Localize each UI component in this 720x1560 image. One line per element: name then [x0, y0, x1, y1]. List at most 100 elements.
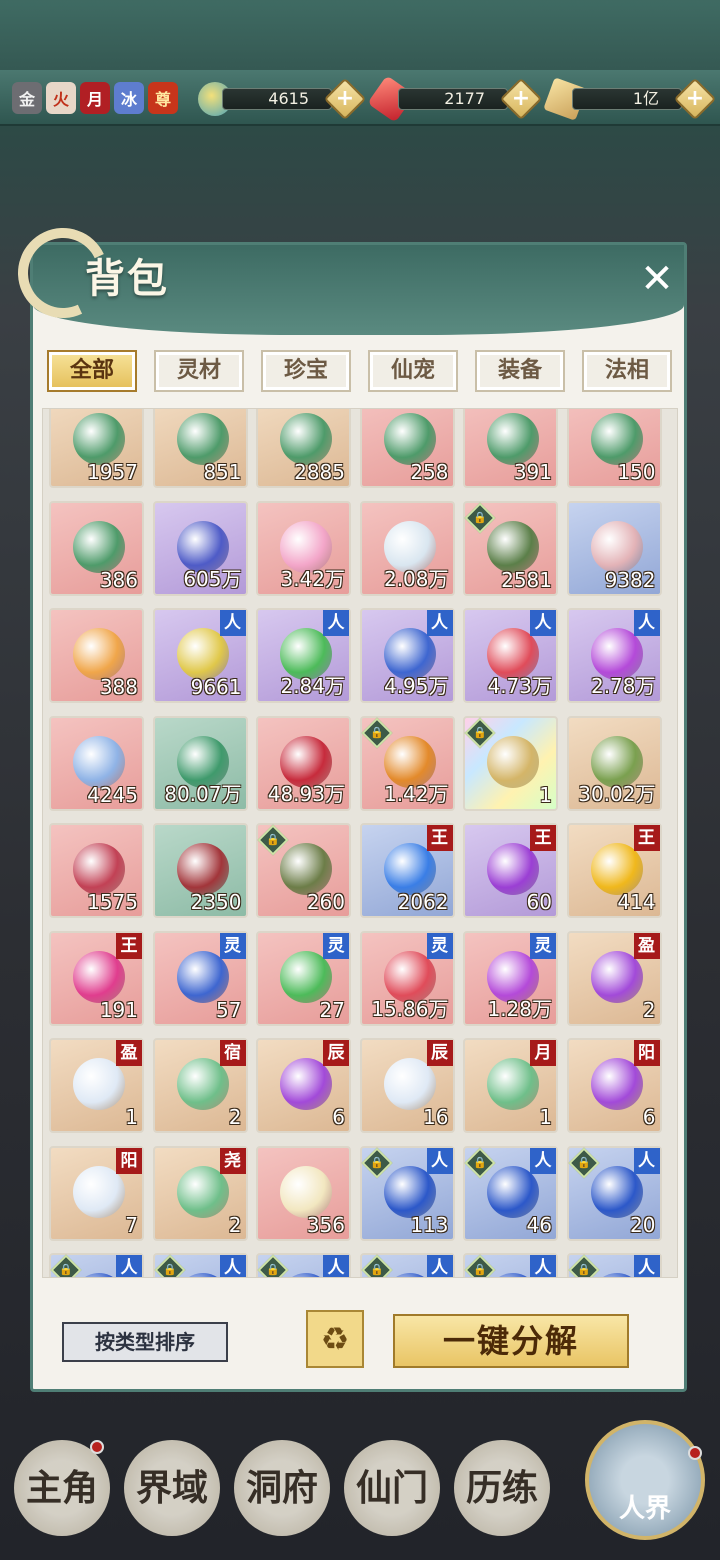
item-grade-tag: 人 — [633, 610, 660, 636]
item-quantity: 2 — [642, 997, 656, 1022]
item-slot[interactable]: 80.07万 — [152, 715, 248, 811]
item-slot[interactable]: 人 4.73万 — [463, 608, 558, 703]
badge-ice[interactable]: 冰 — [114, 82, 144, 114]
item-quantity: 1.28万 — [487, 996, 552, 1021]
badge-fire[interactable]: 火 — [46, 82, 76, 114]
item-slot[interactable]: 2350 — [152, 823, 248, 918]
item-grade-tag: 尧 — [219, 1147, 246, 1174]
item-slot[interactable]: 灵 1.28万 — [463, 930, 558, 1026]
item-grade-tag: 盈 — [633, 932, 660, 959]
item-slot[interactable]: 王 2062 — [359, 823, 455, 918]
item-slot[interactable]: 🔒 1 — [463, 715, 558, 811]
item-slot[interactable]: 3.42万 — [256, 500, 351, 596]
item-slot[interactable]: 🔒 人 — [49, 1253, 144, 1277]
item-slot[interactable]: 388 — [49, 608, 144, 703]
item-icon — [176, 413, 229, 465]
item-slot[interactable]: 尧2 — [152, 1145, 248, 1241]
lock-glyph: 🔒 — [266, 833, 280, 846]
close-button[interactable]: ✕ — [636, 258, 678, 300]
item-slot[interactable]: 宿2 — [152, 1038, 248, 1133]
item-slot[interactable]: 人 4.95万 — [359, 608, 455, 703]
item-slot[interactable]: 🔒 2581 — [463, 500, 558, 596]
item-slot[interactable]: 391 — [463, 409, 558, 488]
item-slot[interactable]: 605万 — [152, 500, 248, 596]
item-slot[interactable]: 灵 57 — [152, 930, 248, 1026]
tab-spirit-materials[interactable]: 灵材 — [154, 350, 244, 392]
item-slot[interactable]: 阳7 — [49, 1145, 144, 1241]
item-slot[interactable]: 30.02万 — [566, 715, 662, 811]
item-slot[interactable]: 王 191 — [49, 930, 144, 1026]
nav-protagonist[interactable]: 主角 — [14, 1440, 110, 1536]
item-slot[interactable]: 🔒 人 — [152, 1253, 248, 1277]
scroll-add-button[interactable]: + — [673, 77, 717, 121]
item-slot[interactable]: 人 2.78万 — [566, 608, 662, 703]
item-slot[interactable]: 386 — [49, 500, 144, 596]
tab-treasures[interactable]: 珍宝 — [261, 350, 351, 392]
nav-trials[interactable]: 历练 — [454, 1440, 550, 1536]
item-slot[interactable]: 4245 — [49, 715, 144, 811]
lock-glyph: 🔒 — [576, 1263, 591, 1276]
item-slot[interactable]: 🔒 人 — [256, 1253, 351, 1277]
item-slot[interactable]: 盈2 — [566, 930, 662, 1026]
badge-moon[interactable]: 月 — [80, 82, 110, 114]
nav-realm-domain[interactable]: 界域 — [124, 1440, 220, 1536]
item-slot[interactable]: 🔒 人 — [359, 1253, 455, 1277]
item-slot[interactable]: 人 9661 — [152, 608, 248, 703]
item-slot[interactable]: 王 60 — [463, 823, 558, 918]
item-slot[interactable]: 月1 — [463, 1038, 558, 1133]
item-slot[interactable]: 48.93万 — [256, 715, 351, 811]
item-grade-tag: 人 — [116, 1255, 142, 1277]
item-slot[interactable]: 1957 — [49, 409, 144, 488]
item-slot[interactable]: 辰6 — [256, 1038, 351, 1133]
item-slot[interactable]: 🔒 人 20 — [566, 1145, 662, 1241]
item-slot[interactable]: 🔒 260 — [256, 823, 351, 918]
lock-glyph: 🔒 — [162, 1263, 177, 1276]
item-slot[interactable]: 9382 — [566, 500, 662, 596]
one-click-decompose-button[interactable]: 一键分解 — [393, 1314, 629, 1368]
item-slot[interactable]: 🔒 1.42万 — [359, 715, 455, 811]
item-slot[interactable]: 王 414 — [566, 823, 662, 918]
item-quantity: 2.08万 — [383, 566, 449, 591]
tab-all[interactable]: 全部 — [47, 350, 137, 392]
item-slot[interactable]: 盈1 — [49, 1038, 144, 1133]
tab-pets[interactable]: 仙宠 — [368, 350, 458, 392]
item-slot[interactable]: 阳6 — [566, 1038, 662, 1133]
sort-by-type-button[interactable]: 按类型排序 — [62, 1322, 228, 1362]
item-slot[interactable]: 2.08万 — [359, 500, 455, 596]
item-slot[interactable]: 灵 15.86万 — [359, 930, 455, 1026]
badge-gold[interactable]: 金 — [12, 82, 42, 114]
item-slot[interactable]: 人 2.84万 — [256, 608, 351, 703]
lock-icon: 🔒 — [153, 1254, 186, 1277]
item-slot[interactable]: 851 — [152, 409, 248, 488]
badge-honor[interactable]: 尊 — [148, 82, 178, 114]
item-grid[interactable]: 1957 851 2885 258 391 150 386 605万 3.42万 2.08万 🔒 25… — [42, 408, 678, 1278]
item-quantity: 46 — [526, 1212, 552, 1237]
tab-equipment[interactable]: 装备 — [475, 350, 565, 392]
item-slot[interactable]: 🔒 人 113 — [359, 1145, 455, 1241]
item-quantity: 15.86万 — [371, 996, 449, 1021]
item-slot[interactable]: 辰 16 — [359, 1038, 455, 1133]
panel-title: 背包 — [85, 255, 169, 302]
realm-map-button[interactable]: 人界 — [585, 1420, 705, 1540]
item-slot[interactable]: 🔒 人 46 — [463, 1145, 558, 1241]
item-grade-tag: 阳 — [633, 1040, 660, 1066]
item-quantity: 191 — [99, 997, 138, 1022]
lock-glyph: 🔒 — [473, 1263, 487, 1276]
nav-cave-dwelling[interactable]: 洞府 — [234, 1440, 330, 1536]
item-slot[interactable]: 灵 27 — [256, 930, 351, 1026]
item-icon — [73, 628, 125, 680]
item-slot[interactable]: 2885 — [256, 409, 351, 488]
nav-sect[interactable]: 仙门 — [344, 1440, 440, 1536]
item-slot[interactable]: 1575 — [49, 823, 144, 918]
item-slot[interactable]: 150 — [566, 409, 662, 488]
item-slot[interactable]: 258 — [359, 409, 455, 488]
item-slot[interactable]: 🔒 人 — [463, 1253, 558, 1277]
item-slot[interactable]: 356 — [256, 1145, 351, 1241]
item-icon — [280, 413, 332, 465]
spirit-orb-add-button[interactable]: + — [323, 77, 367, 121]
item-slot[interactable]: 🔒 人 — [566, 1253, 662, 1277]
tab-avatar[interactable]: 法相 — [582, 350, 672, 392]
item-grade-tag: 阳 — [116, 1147, 142, 1174]
red-crystal-add-button[interactable]: + — [499, 77, 543, 121]
recycle-icon[interactable]: ♻ — [306, 1310, 364, 1368]
